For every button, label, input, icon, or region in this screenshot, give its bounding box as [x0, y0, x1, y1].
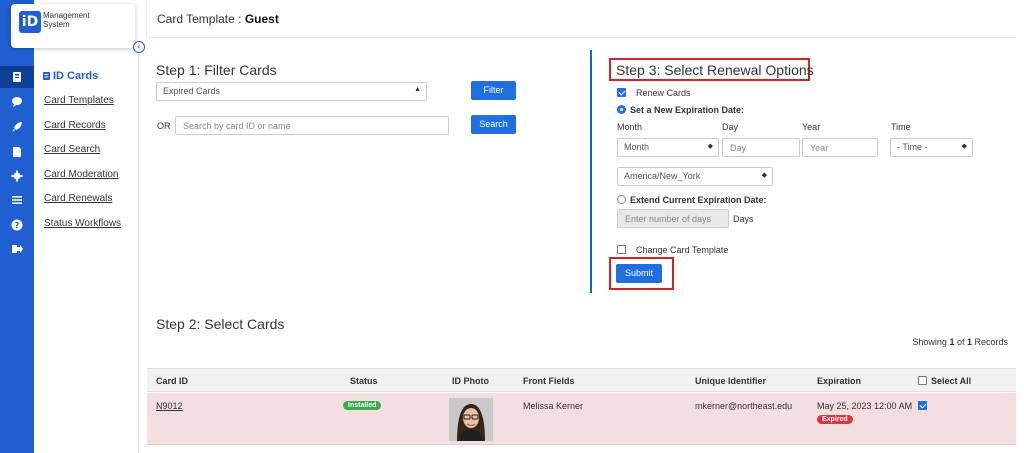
step2-title: Step 2: Select Cards [156, 316, 285, 332]
search-button[interactable]: Search [471, 115, 516, 134]
logo-text: Management System [43, 11, 90, 29]
days-suffix-label: Days [733, 214, 754, 224]
search-input[interactable]: Search by card ID or name [175, 116, 449, 135]
submit-button[interactable]: Submit [616, 264, 662, 283]
time-label: Time [891, 122, 911, 132]
sidebar-item-status-workflows[interactable]: Status Workflows [44, 218, 121, 229]
year-label: Year [802, 122, 821, 132]
extend-expiration-radio[interactable] [617, 195, 626, 204]
sidebar-item-card-renewals[interactable]: Card Renewals [44, 193, 112, 204]
day-input[interactable]: Day [722, 138, 800, 157]
records-count: Showing 1 of 1 Records [912, 337, 1008, 347]
logout-icon[interactable] [0, 238, 34, 260]
set-new-expiration-radio[interactable] [617, 105, 626, 114]
sidebar-item-card-search[interactable]: Card Search [44, 144, 100, 155]
renew-cards-label: Renew Cards [636, 88, 691, 98]
help-icon[interactable]: ? [0, 214, 34, 236]
sidebar-item-card-records[interactable]: Card Records [44, 120, 106, 131]
select-caret-icon: ◆ [707, 143, 713, 150]
step3-title: Step 3: Select Renewal Options [616, 62, 814, 78]
month-select[interactable]: Month ◆ [617, 138, 719, 157]
filter-select[interactable]: Expired Cards ▲ [156, 82, 427, 101]
column-unique-identifier[interactable]: Unique Identifier [695, 376, 766, 386]
svg-text:?: ? [15, 221, 20, 230]
select-caret-icon: ◆ [961, 143, 967, 150]
portrait-image [449, 398, 493, 441]
year-input[interactable]: Year [802, 138, 878, 157]
rocket-icon[interactable] [0, 116, 34, 138]
list-icon[interactable] [0, 189, 34, 211]
id-card-icon[interactable] [0, 66, 34, 88]
day-label: Day [722, 122, 739, 132]
front-fields-value: Melissa Kerner [523, 401, 584, 411]
column-card-id[interactable]: Card ID [156, 376, 188, 386]
extend-expiration-label: Extend Current Expiration Date: [630, 195, 767, 205]
step1-title: Step 1: Filter Cards [156, 62, 277, 78]
select-all-checkbox[interactable] [918, 376, 927, 385]
column-front-fields[interactable]: Front Fields [523, 376, 575, 386]
secondary-sidebar [34, 54, 139, 453]
expiration-value: May 25, 2023 12:00 AM [817, 401, 913, 411]
column-select-all: Select All [931, 376, 972, 386]
set-new-expiration-label: Set a New Expiration Date: [630, 105, 745, 115]
expired-badge: Expired [817, 415, 853, 424]
table-row: N9012 Installed Melissa Kerner mkerner@n… [147, 393, 1016, 445]
row-select-checkbox[interactable] [918, 401, 927, 410]
select-caret-icon: ▲ [414, 86, 421, 93]
sidebar-item-card-moderation[interactable]: Card Moderation [44, 169, 118, 180]
timezone-select[interactable]: America/New_York ◆ [617, 167, 773, 186]
gear-icon[interactable] [0, 165, 34, 187]
logo-card: iD Management System [11, 4, 135, 48]
section-divider [590, 50, 592, 293]
page-header: Card Template : Guest [146, 0, 1016, 38]
days-input[interactable]: Enter number of days [617, 209, 729, 228]
collapse-sidebar-button[interactable]: ‹ [133, 41, 145, 53]
column-status[interactable]: Status [350, 376, 378, 386]
card-id-link[interactable]: N9012 [156, 401, 183, 411]
or-label: OR [157, 121, 171, 131]
column-expiration[interactable]: Expiration [817, 376, 861, 386]
id-photo [449, 398, 493, 441]
month-label: Month [617, 122, 643, 132]
id-card-small-icon [43, 72, 50, 80]
renew-cards-checkbox[interactable] [617, 88, 626, 97]
sidebar-section-title[interactable]: ID Cards [43, 70, 98, 82]
unique-identifier-value: mkerner@northeast.edu [695, 401, 793, 411]
document-icon[interactable] [0, 141, 34, 163]
change-template-checkbox[interactable] [617, 245, 626, 254]
icon-rail: ? [0, 0, 34, 453]
page-title: Card Template : Guest [157, 12, 279, 26]
chat-icon[interactable] [0, 91, 34, 113]
table-header: Card ID Status ID Photo Front Fields Uni… [147, 368, 1016, 392]
status-badge: Installed [343, 401, 382, 410]
change-template-label: Change Card Template [636, 245, 729, 255]
time-select[interactable]: - Time - ◆ [890, 138, 973, 157]
select-caret-icon: ◆ [761, 172, 767, 179]
logo-icon: iD [19, 11, 41, 33]
filter-button[interactable]: Filter [471, 81, 516, 100]
column-id-photo[interactable]: ID Photo [452, 376, 489, 386]
sidebar-item-card-templates[interactable]: Card Templates [44, 95, 114, 106]
